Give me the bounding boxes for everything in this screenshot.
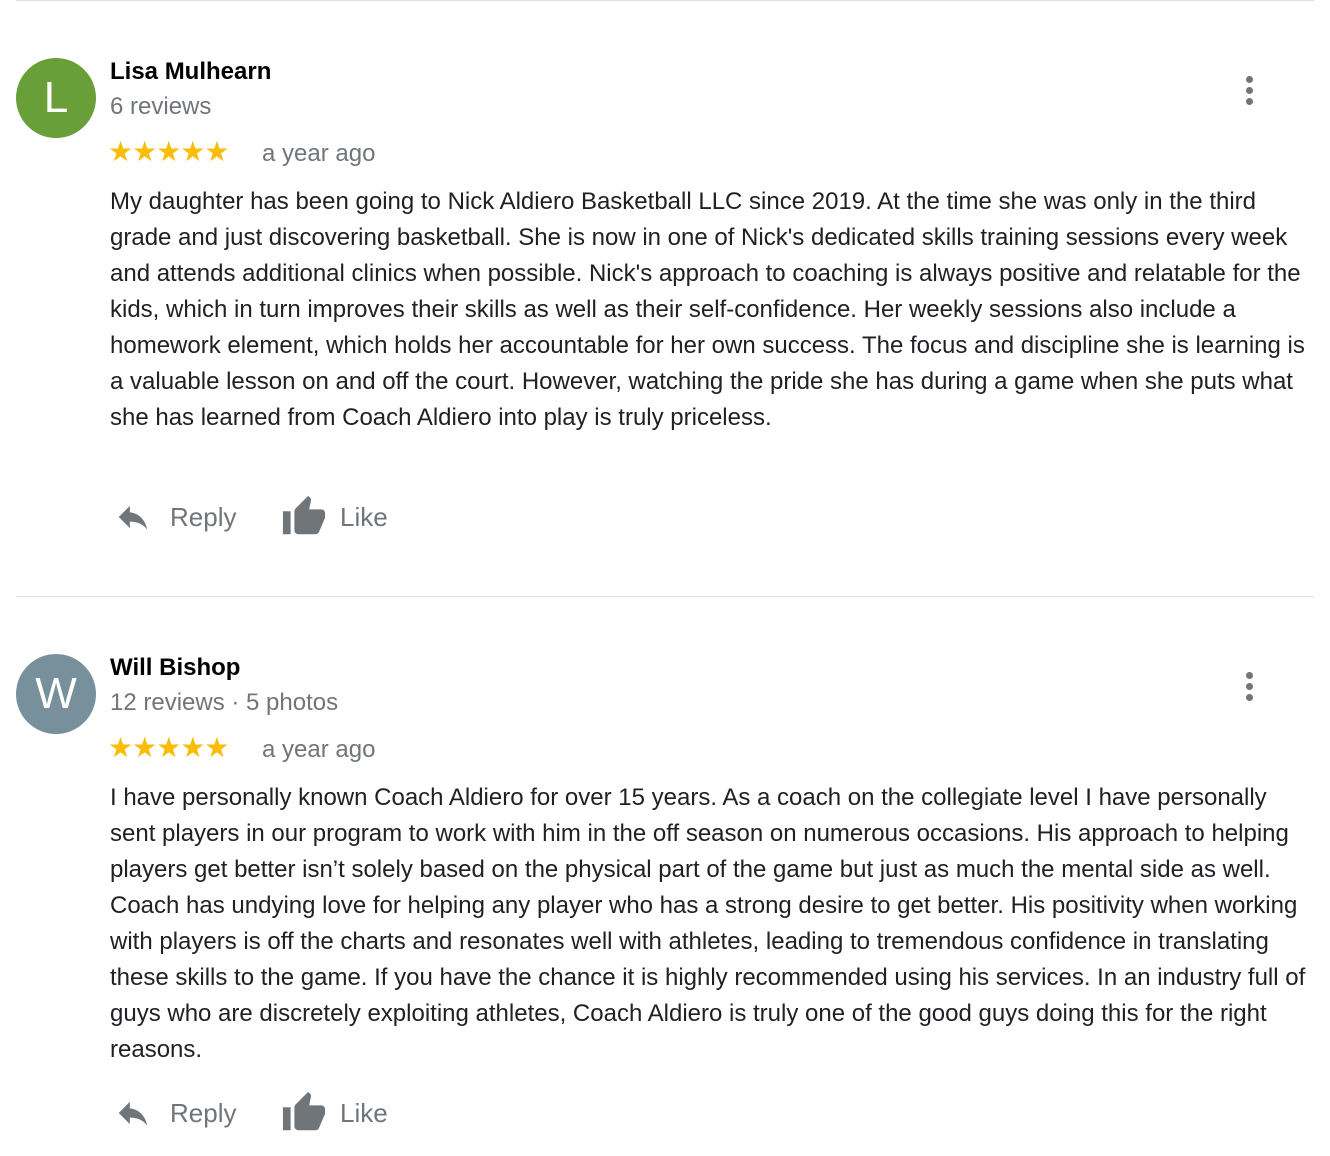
reviewer-name[interactable]: Lisa Mulhearn <box>110 58 271 86</box>
top-divider <box>16 0 1314 1</box>
thumbs-up-icon <box>280 1090 328 1136</box>
review-time: a year ago <box>262 736 376 763</box>
reviewer-name[interactable]: Will Bishop <box>110 654 240 682</box>
reply-icon <box>112 498 154 536</box>
star-rating: ★★★★★ <box>108 732 230 763</box>
reply-label: Reply <box>170 501 237 532</box>
review-text: I have personally known Coach Aldiero fo… <box>110 784 1306 1063</box>
review-time: a year ago <box>262 140 376 167</box>
more-options-button[interactable] <box>1232 70 1268 110</box>
reviewer-meta: 6 reviews <box>110 93 212 120</box>
like-button[interactable]: Like <box>280 1090 388 1136</box>
like-label: Like <box>340 501 388 532</box>
more-vertical-icon <box>1246 76 1253 83</box>
reply-button[interactable]: Reply <box>112 1094 236 1132</box>
review-divider <box>16 596 1314 597</box>
like-button[interactable]: Like <box>280 494 388 540</box>
avatar[interactable]: L <box>16 58 96 138</box>
avatar[interactable]: W <box>16 654 96 734</box>
star-rating: ★★★★★ <box>108 136 230 167</box>
more-options-button[interactable] <box>1232 666 1268 706</box>
reviewer-meta: 12 reviews · 5 photos <box>110 689 339 716</box>
more-vertical-icon <box>1246 672 1253 679</box>
reply-label: Reply <box>170 1097 237 1128</box>
like-label: Like <box>340 1097 388 1128</box>
review-text: My daughter has been going to Nick Aldie… <box>110 188 1305 431</box>
reply-button[interactable]: Reply <box>112 498 236 536</box>
thumbs-up-icon <box>280 494 328 540</box>
reply-icon <box>112 1094 154 1132</box>
